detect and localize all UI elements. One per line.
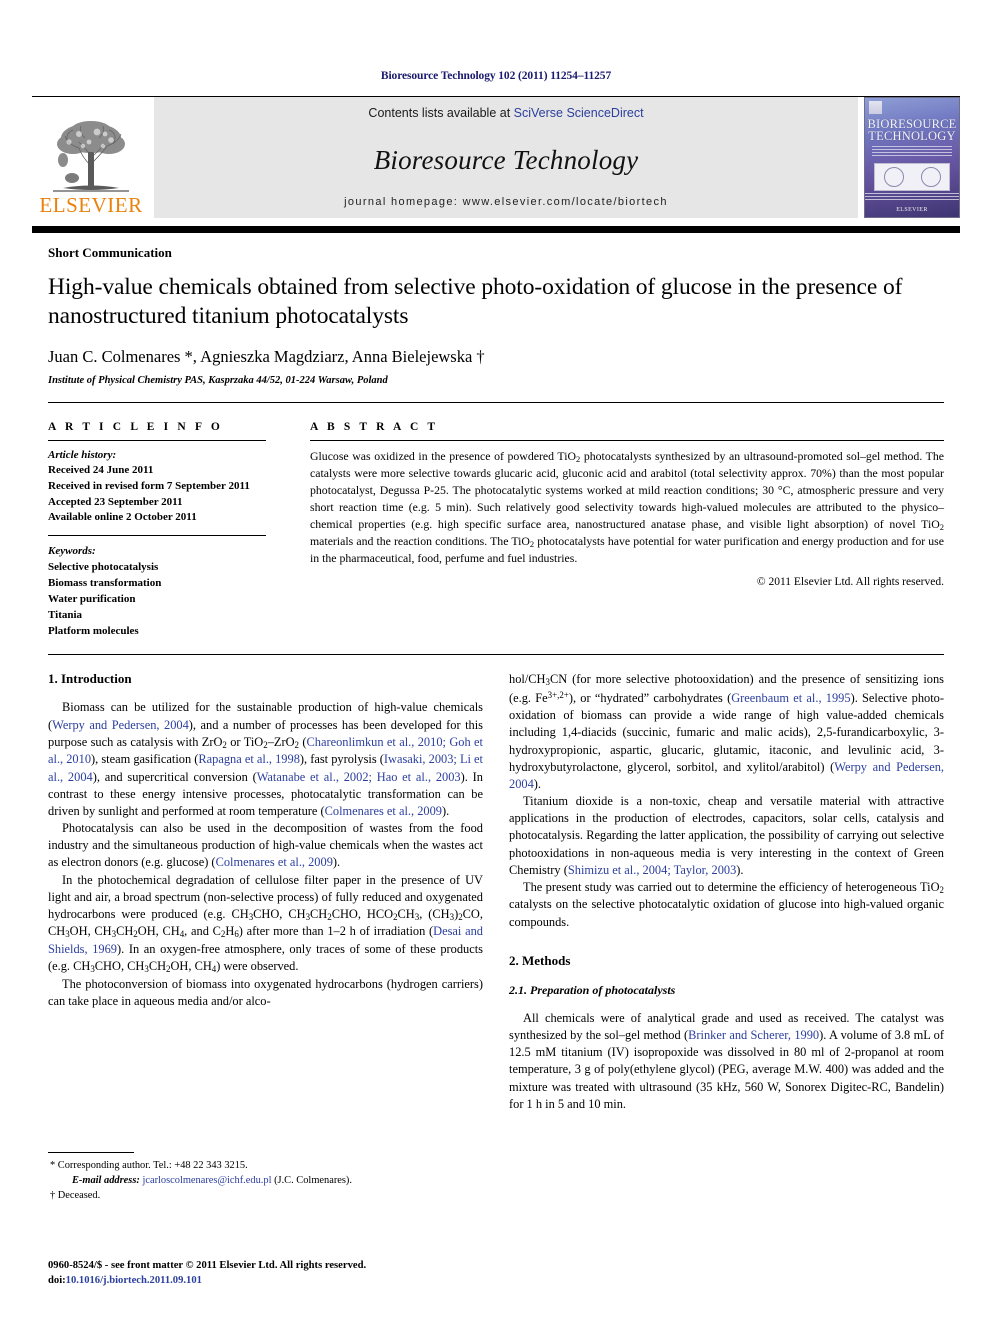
- abstract-column: A B S T R A C T Glucose was oxidized in …: [310, 421, 944, 640]
- journal-header: ELSEVIER Contents lists available at Sci…: [32, 96, 960, 218]
- cover-title: BIORESOURCE TECHNOLOGY: [867, 118, 956, 143]
- section-heading-methods: 2. Methods: [509, 952, 571, 968]
- title-divider: [48, 401, 944, 403]
- sciencedirect-link[interactable]: SciVerse ScienceDirect: [514, 106, 644, 120]
- footnote-email: E-mail address: jcarloscolmenares@ichf.e…: [48, 1173, 452, 1188]
- keywords-rule: [48, 534, 266, 536]
- article-info-column: A R T I C L E I N F O Article history: R…: [48, 421, 286, 640]
- history-item: Received 24 June 2011: [48, 464, 154, 477]
- contents-list-line: Contents lists available at SciVerse Sci…: [368, 106, 643, 120]
- history-item: Available online 2 October 2011: [48, 511, 197, 524]
- history-item: Received in revised form 7 September 201…: [48, 480, 250, 492]
- cover-subtitle-lines: [872, 146, 952, 158]
- cover-title-line2: TECHNOLOGY: [868, 129, 956, 143]
- subsection-heading-preparation: 2.1. Preparation of photocatalysts: [509, 982, 676, 997]
- imprint-line: 0960-8524/$ - see front matter © 2011 El…: [48, 1260, 367, 1271]
- paragraph: Biomass can be utilized for the sustaina…: [48, 700, 483, 818]
- left-column: 1. Introduction Biomass can be utilized …: [48, 671, 483, 1112]
- cover-elsevier-logo: ELSEVIER: [896, 207, 928, 213]
- footnote-rule: [48, 1152, 134, 1153]
- body-columns: 1. Introduction Biomass can be utilized …: [48, 671, 944, 1112]
- keyword-item: Biomass transformation: [48, 576, 162, 589]
- article-history-label: Article history:: [48, 448, 117, 461]
- section-heading-introduction: 1. Introduction: [48, 671, 132, 687]
- journal-banner: Contents lists available at SciVerse Sci…: [154, 97, 858, 218]
- paragraph: Photocatalysis can also be used in the d…: [48, 821, 483, 870]
- journal-homepage[interactable]: journal homepage: www.elsevier.com/locat…: [344, 196, 668, 208]
- footnotes-block: * Corresponding author. Tel.: +48 22 343…: [48, 1152, 452, 1203]
- journal-title: Bioresource Technology: [373, 144, 639, 175]
- footnote-corresponding-author: * Corresponding author. Tel.: +48 22 343…: [50, 1160, 248, 1171]
- cover-figure: [874, 163, 950, 191]
- history-item: Accepted 23 September 2011: [48, 495, 183, 508]
- info-abstract-row: A R T I C L E I N F O Article history: R…: [48, 421, 944, 640]
- article-type: Short Communication: [48, 245, 172, 260]
- paragraph: The present study was carried out to det…: [509, 879, 944, 929]
- elsevier-wordmark: ELSEVIER: [39, 193, 143, 217]
- paragraph: hol/CH3CN (for more selective photooxida…: [509, 672, 944, 791]
- right-column: hol/CH3CN (for more selective photooxida…: [509, 671, 944, 1112]
- doi-value[interactable]: 10.1016/j.biortech.2011.09.101: [66, 1275, 202, 1286]
- imprint-block: 0960-8524/$ - see front matter © 2011 El…: [48, 1258, 478, 1289]
- paragraph: The photoconversion of biomass into oxyg…: [48, 976, 483, 1008]
- header-divider-band: [32, 226, 960, 233]
- email-suffix: (J.C. Colmenares).: [274, 1175, 352, 1187]
- title-block: Short Communication High-value chemicals…: [48, 245, 944, 403]
- keyword-item: Water purification: [48, 592, 136, 605]
- abstract-text: Glucose was oxidized in the presence of …: [310, 448, 944, 566]
- keyword-item: Titania: [48, 608, 83, 621]
- doi-label: doi:: [48, 1275, 66, 1287]
- affiliation: Institute of Physical Chemistry PAS, Kas…: [48, 374, 388, 386]
- doi-line: doi:10.1016/j.biortech.2011.09.101: [48, 1273, 478, 1288]
- article-info-heading: A R T I C L E I N F O: [48, 420, 223, 433]
- paper-page: Bioresource Technology 102 (2011) 11254–…: [0, 0, 992, 1323]
- author-list: Juan C. Colmenares *, Agnieszka Magdziar…: [48, 346, 485, 366]
- journal-cover-thumbnail[interactable]: BIORESOURCE TECHNOLOGY ELSEVIER: [864, 97, 960, 218]
- cover-publisher-mark: [869, 101, 882, 114]
- elsevier-logo: ELSEVIER: [32, 97, 150, 218]
- contents-prefix: Contents lists available at: [368, 106, 514, 120]
- email-link[interactable]: jcarloscolmenares@ichf.edu.pl: [142, 1175, 271, 1186]
- elsevier-tree-icon: [53, 121, 129, 192]
- paragraph: All chemicals were of analytical grade a…: [509, 1010, 944, 1111]
- running-head: Bioresource Technology 102 (2011) 11254–…: [380, 70, 612, 82]
- keywords-label: Keywords:: [48, 544, 96, 557]
- abstract-copyright: © 2011 Elsevier Ltd. All rights reserved…: [756, 575, 944, 588]
- keyword-item: Platform molecules: [48, 624, 139, 637]
- cover-footer-lines: [865, 193, 959, 201]
- abstract-bottom-divider: [48, 654, 944, 656]
- page-title: High-value chemicals obtained from selec…: [48, 274, 903, 329]
- abstract-rule: [310, 439, 944, 441]
- abstract-heading: A B S T R A C T: [310, 420, 439, 433]
- paragraph: In the photochemical degradation of cell…: [48, 872, 484, 975]
- keyword-item: Selective photocatalysis: [48, 560, 159, 573]
- paragraph: Titanium dioxide is a non-toxic, cheap a…: [509, 794, 944, 877]
- email-label: E-mail address:: [72, 1175, 140, 1187]
- footnote-deceased: † Deceased.: [50, 1190, 101, 1202]
- article-info-rule: [48, 439, 266, 441]
